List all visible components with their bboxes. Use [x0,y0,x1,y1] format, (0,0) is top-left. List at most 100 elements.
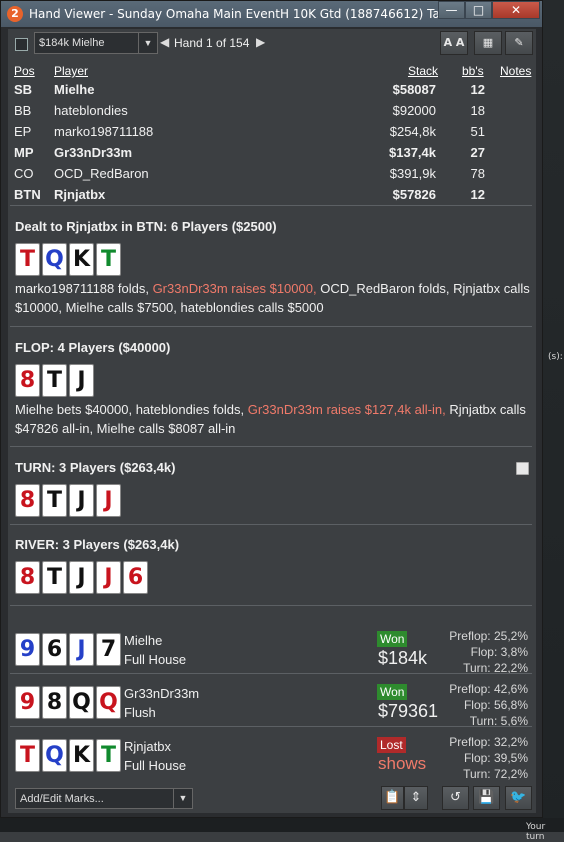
note-icon[interactable] [516,462,529,475]
player-name: marko198711188 [54,124,154,139]
player-row[interactable]: MP Gr33nDr33m $137,4k 27 [8,145,536,165]
player-row[interactable]: CO OCD_RedBaron $391,9k 78 [8,166,536,186]
player-bb: 27 [470,145,485,160]
result-row: 9 8 Q Q Gr33nDr33m Flush Won $79361 Preflop: 42,… [8,672,536,728]
player-select[interactable]: $184k Mielhe ▼ [34,32,158,54]
hand-content: Pos Player Stack bb's Notes SB Mielhe $580… [8,59,536,783]
player-row[interactable]: BB hateblondies $92000 18 [8,103,536,123]
edit-pencil-icon[interactable]: ✎ [505,31,533,55]
result-status-badge: Won [377,684,408,700]
hand-counter: Hand 1 of 154 [174,36,250,50]
close-button[interactable]: ✕ [492,1,540,19]
player-pos: EP [14,124,32,139]
hand-viewer-window: 2 Hand Viewer - Sunday Omaha Main EventH… [0,0,543,818]
flop-action-raise: Gr33nDr33m raises $127,4k all-in, [247,402,446,417]
turn-title: TURN: 3 Players ($263,4k) [15,460,176,475]
result-amount: $184k [378,648,428,668]
up-down-icon[interactable]: ⇕ [404,786,428,810]
player-name: Gr33nDr33m [54,145,133,160]
player-name: hateblondies [54,103,128,118]
player-stack: $57826 [392,187,436,202]
prev-hand-icon[interactable]: ◀ [160,35,169,49]
player-pos: BB [14,103,32,118]
player-pos: MP [14,145,34,160]
player-row[interactable]: BTN Rjnjatbx $57826 12 [8,187,536,207]
playing-card: T [42,484,67,517]
player-stack: $92000 [392,103,436,118]
minimize-button[interactable]: — [438,1,465,19]
result-row: T Q K T Rjnjatbx Full House Lost shows Preflop: … [8,725,536,781]
divider [10,524,532,525]
maximize-button[interactable]: □ [465,1,492,19]
result-status-badge: Won [377,631,408,647]
save-icon[interactable]: 💾 [473,786,500,810]
playing-card: J [69,484,94,517]
result-amount: shows [378,754,427,773]
next-hand-icon[interactable]: ▶ [256,35,265,49]
twitter-icon[interactable]: 🐦 [505,786,532,810]
result-cards: 96J7 [15,633,123,666]
header-stack[interactable]: Stack [408,64,438,78]
title-bar[interactable]: 2 Hand Viewer - Sunday Omaha Main EventH… [1,1,542,27]
playing-card: J [69,561,94,594]
river-title: RIVER: 3 Players ($263,4k) [15,537,180,552]
player-stack: $254,8k [389,124,436,139]
player-bb: 18 [470,103,485,118]
flop-title: FLOP: 4 Players ($40000) [15,340,171,355]
select-checkbox[interactable] [15,38,28,51]
playing-card: T [42,364,67,397]
divider [10,326,532,327]
preflop-action-1: marko198711188 folds, [15,281,153,296]
equity-preflop: Preflop: 42,6% [449,682,528,696]
playing-card: 9 [15,633,40,666]
result-status-badge: Lost [377,737,406,753]
preflop-actions: marko198711188 folds, Gr33nDr33m raises … [15,279,530,317]
equity-stats: Preflop: 42,6% Flop: 56,8% Turn: 5,6% [449,681,528,729]
playing-card: T [96,243,121,276]
chevron-down-icon[interactable]: ▼ [138,33,157,53]
result-hand-rank: Full House [124,652,187,667]
result-hand-rank: Full House [124,758,187,773]
chevron-down-icon[interactable]: ▼ [173,789,192,808]
result-player-name: Gr33nDr33m [124,686,200,701]
player-pos: SB [14,82,33,97]
header-bb[interactable]: bb's [462,64,484,78]
header-notes[interactable]: Notes [500,64,531,78]
playing-card: Q [96,686,121,719]
playing-card: 7 [96,633,121,666]
header-pos[interactable]: Pos [14,64,35,78]
replay-icon[interactable]: ↺ [442,786,469,810]
player-stack: $137,4k [389,145,436,160]
player-pos: CO [14,166,34,181]
result-player-name: Rjnjatbx [124,739,171,754]
result-player-name: Mielhe [124,633,163,648]
preflop-action-raise: Gr33nDr33m raises $10000, [152,281,317,296]
marks-select[interactable]: Add/Edit Marks... ▼ [15,788,193,809]
player-select-value: $184k Mielhe [39,37,105,49]
player-name: Rjnjatbx [54,187,106,202]
equity-turn: Turn: 72,2% [463,767,528,781]
equity-stats: Preflop: 32,2% Flop: 39,5% Turn: 72,2% [449,734,528,782]
font-size-button[interactable]: A A [440,31,468,55]
playing-card: 8 [15,484,40,517]
player-row[interactable]: EP marko198711188 $254,8k 51 [8,124,536,144]
playing-card: 6 [42,633,67,666]
turn-cards: 8TJJ [15,484,123,517]
equity-flop: Flop: 56,8% [463,698,528,712]
background-right [543,0,564,832]
flop-actions: Mielhe bets $40000, hateblondies folds, … [15,400,530,438]
clipboard-icon[interactable]: 📋 [381,786,404,810]
playing-card: T [42,561,67,594]
playing-card: 8 [15,364,40,397]
playing-card: T [96,739,121,772]
result-row: 9 6 J 7 Mielhe Full House Won $184k Preflop: 25,… [8,619,536,675]
playing-card: J [69,364,94,397]
marks-select-value: Add/Edit Marks... [20,793,104,805]
playing-card: Q [42,243,67,276]
header-player[interactable]: Player [54,64,88,78]
player-row[interactable]: SB Mielhe $58087 12 [8,82,536,102]
divider [10,446,532,447]
preflop-cards: TQKT [15,243,123,276]
grid-icon[interactable]: ▦ [474,31,502,55]
footer-bar: Add/Edit Marks... ▼ 📋 ⇕ ↺ 💾 🐦 [8,783,536,813]
